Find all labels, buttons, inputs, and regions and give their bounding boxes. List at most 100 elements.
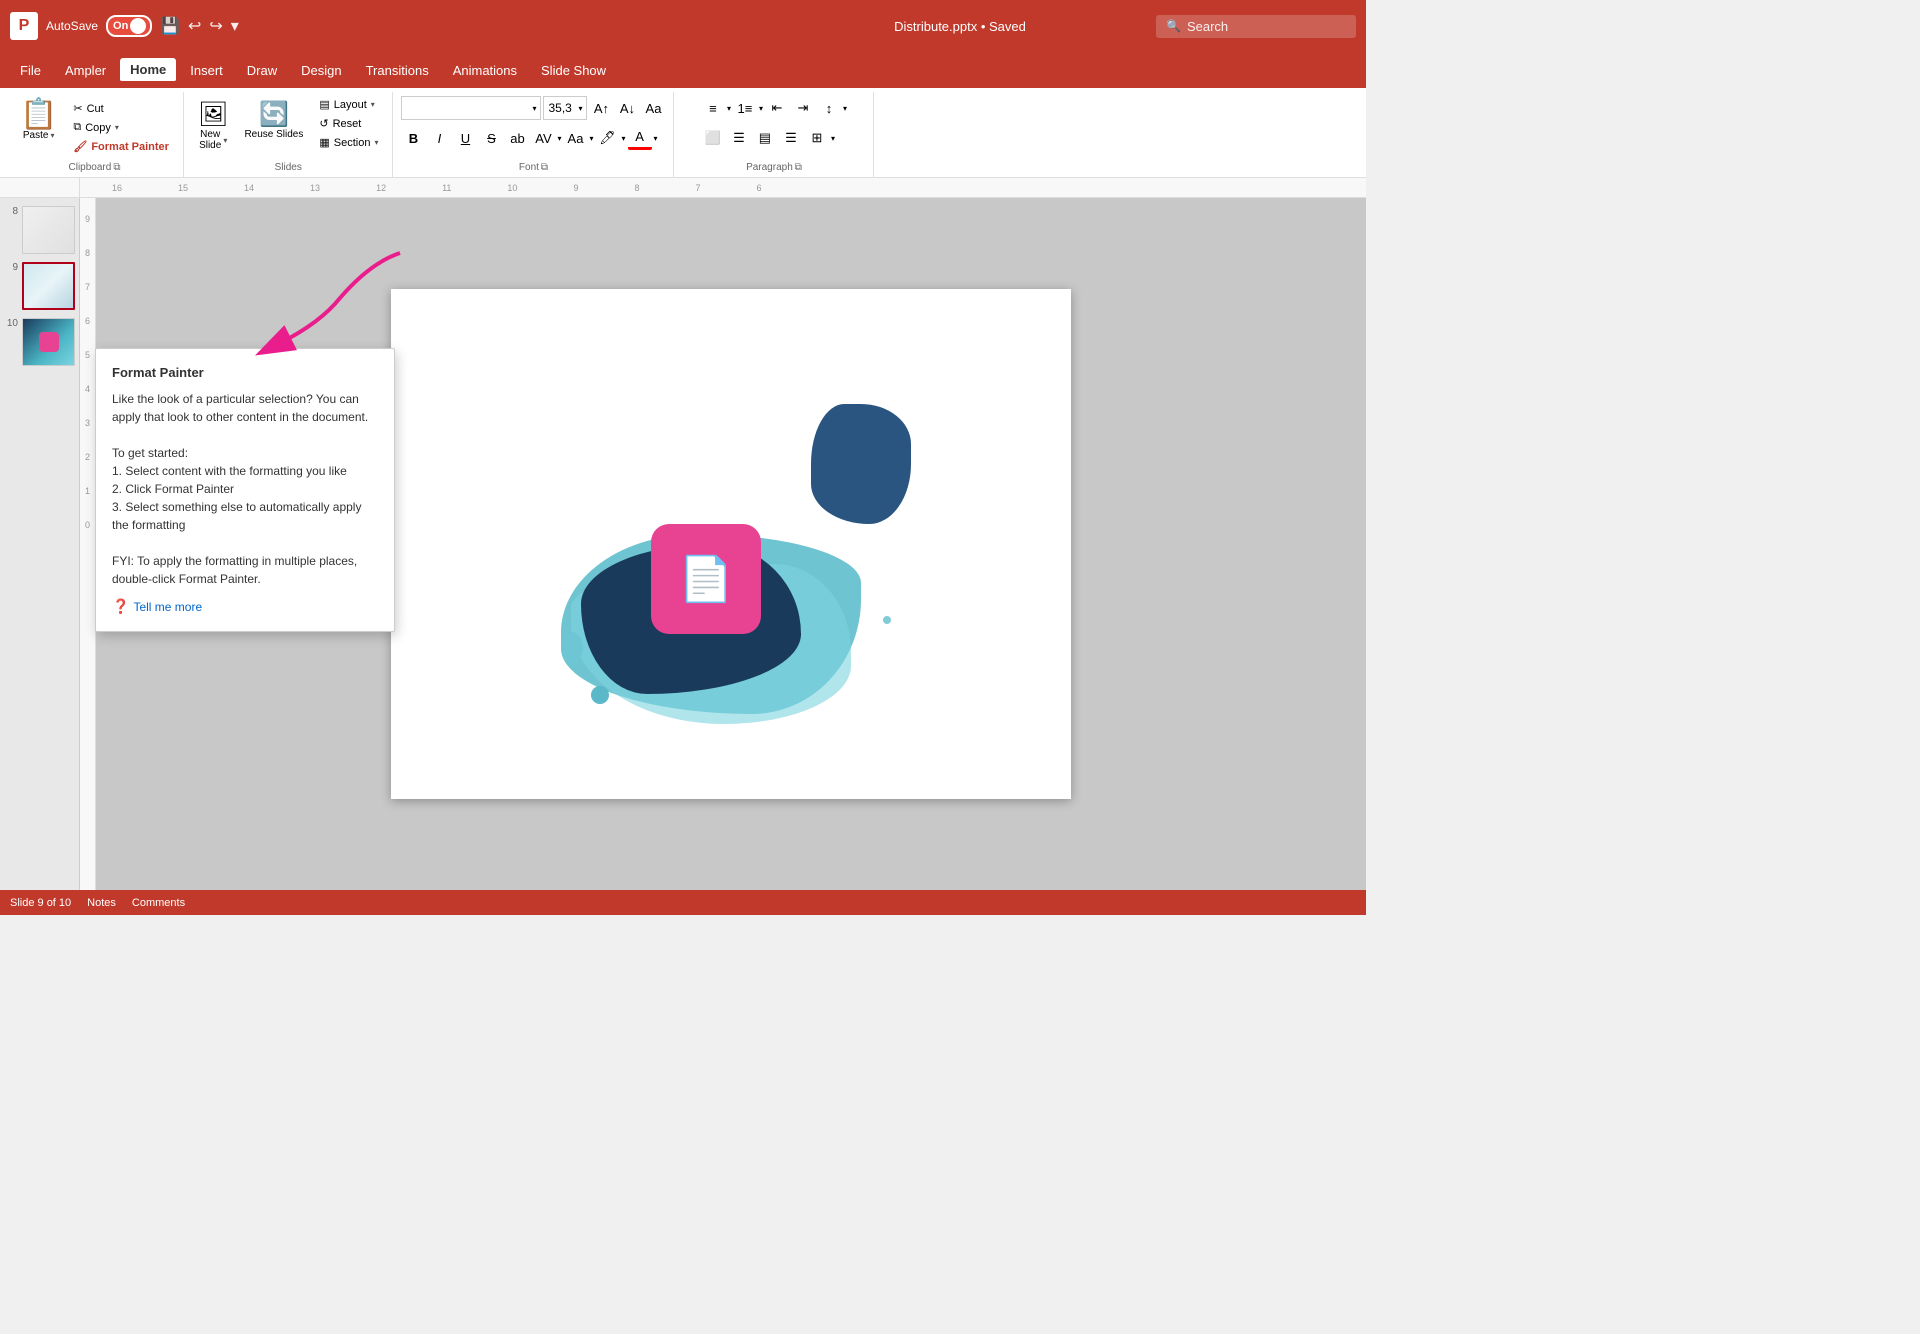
menu-insert[interactable]: Insert [180,59,233,82]
undo-icon[interactable]: ↩ [188,16,201,36]
powerpoint-icon: P [10,12,38,40]
menu-ampler[interactable]: Ampler [55,59,116,82]
reuse-slides-button[interactable]: 🔄 Reuse Slides [238,96,309,144]
increase-indent-btn[interactable]: ⇥ [791,96,815,120]
align-left-btn[interactable]: ⬜ [701,126,725,150]
increase-font-btn[interactable]: A↑ [589,96,613,120]
menu-file[interactable]: File [10,59,51,82]
menu-home[interactable]: Home [120,58,176,83]
font-dialog-icon[interactable]: ⧉ [541,162,548,173]
notes-btn[interactable]: Notes [87,897,116,909]
section-label: Section [334,137,371,149]
clipboard-dialog-icon[interactable]: ⧉ [113,162,120,173]
section-icon: ▦ [319,136,329,149]
font-size-input[interactable]: 35,3 ▾ [543,96,587,120]
numbering-arrow: ▾ [759,104,763,113]
tooltip-link-text: Tell me more [133,600,202,614]
tooltip-title: Format Painter [112,365,378,380]
copy-button[interactable]: ⧉ Copy ▾ [67,119,175,136]
format-painter-tooltip: Format Painter Like the look of a partic… [95,348,395,632]
numbering-btn[interactable]: 1≡ [733,96,757,120]
underline-btn[interactable]: U [453,126,477,150]
reset-button[interactable]: ↺ Reset [313,115,384,132]
menu-slideshow[interactable]: Slide Show [531,59,616,82]
decrease-indent-btn[interactable]: ⇤ [765,96,789,120]
redo-icon[interactable]: ↪ [209,16,222,36]
search-box[interactable]: 🔍 Search [1156,15,1356,38]
align-center-btn[interactable]: ☰ [727,126,751,150]
char-spacing-arrow: ▾ [557,134,561,143]
pink-icon-box: 📄 [651,524,761,634]
autosave-toggle[interactable]: On [106,15,152,37]
cut-label: Cut [87,103,104,115]
columns-arrow: ▾ [831,134,835,143]
layout-label: Layout [334,99,367,111]
slide-10-image[interactable] [22,318,75,366]
section-button[interactable]: ▦ Section ▾ [313,134,384,151]
new-slide-label: NewSlide [199,129,221,151]
autosave-knob [130,18,146,34]
status-bar: Slide 9 of 10 Notes Comments [0,890,1366,915]
menu-draw[interactable]: Draw [237,59,287,82]
clipboard-actions: ✂ Cut ⧉ Copy ▾ 🖌 Format Painter [67,96,175,155]
menu-bar: File Ampler Home Insert Draw Design Tran… [0,52,1366,88]
cut-button[interactable]: ✂ Cut [67,100,175,117]
slide-8-num: 8 [4,206,18,217]
layout-arrow: ▾ [371,100,375,109]
format-painter-icon: 🖌 [73,140,87,153]
strikethrough2-btn[interactable]: ab [505,126,529,150]
copy-label: Copy [85,122,111,134]
save-icon[interactable]: 💾 [160,16,180,36]
clear-format-btn[interactable]: Aa [641,96,665,120]
clipboard-label: Clipboard [69,162,112,173]
slide-canvas[interactable]: 📄 [391,289,1071,799]
font-name-input[interactable]: ▾ [401,96,541,120]
justify-btn[interactable]: ☰ [779,126,803,150]
help-icon: ❓ [112,598,129,615]
paragraph-label: Paragraph [746,162,793,173]
font-color-btn[interactable]: A [628,126,652,150]
copy-icon: ⧉ [73,121,81,134]
columns-btn[interactable]: ⊞ [805,126,829,150]
slide-thumb-10[interactable]: 10 [4,318,75,366]
slide-9-image[interactable] [22,262,75,310]
align-right-btn[interactable]: ▤ [753,126,777,150]
paste-button[interactable]: 📋 Paste ▾ [14,96,63,145]
paragraph-dialog-icon[interactable]: ⧉ [795,162,802,173]
paragraph-group: ≡ ▾ 1≡ ▾ ⇤ ⇥ ↕ ▾ ⬜ ☰ ▤ ☰ ⊞ ▾ Paragraph ⧉ [674,92,874,177]
slide-thumb-9[interactable]: 9 [4,262,75,310]
menu-transitions[interactable]: Transitions [356,59,439,82]
customize-icon[interactable]: ▾ [231,16,239,36]
slide-thumb-8[interactable]: 8 [4,206,75,254]
text-highlight-btn[interactable]: 🖊 [596,126,620,150]
line-spacing-arrow: ▾ [843,104,847,113]
autosave-on-text: On [113,20,128,32]
dot2 [852,459,856,463]
slides-panel: 8 9 10 [0,198,80,890]
search-icon: 🔍 [1166,19,1181,33]
decrease-font-btn[interactable]: A↓ [615,96,639,120]
tell-me-more-link[interactable]: ❓ Tell me more [112,598,378,615]
layout-button[interactable]: ▤ Layout ▾ [313,96,384,113]
menu-animations[interactable]: Animations [443,59,527,82]
case-btn[interactable]: Aa [564,126,588,150]
line-spacing-btn[interactable]: ↕ [817,96,841,120]
paste-icon: 📋 [20,100,57,130]
menu-design[interactable]: Design [291,59,351,82]
slide-10-num: 10 [4,318,18,329]
ruler-vertical: 9 8 7 6 5 4 3 2 1 0 [80,198,96,890]
slide-8-image[interactable] [22,206,75,254]
char-spacing-btn[interactable]: AV [531,126,555,150]
strikethrough-btn[interactable]: S [479,126,503,150]
ribbon: 📋 Paste ▾ ✂ Cut ⧉ Copy ▾ 🖌 Form [0,88,1366,178]
italic-btn[interactable]: I [427,126,451,150]
comments-btn[interactable]: Comments [132,897,185,909]
bold-btn[interactable]: B [401,126,425,150]
bullets-btn[interactable]: ≡ [701,96,725,120]
new-slide-arrow: ▾ [223,136,227,145]
new-slide-button[interactable]: 🖼 NewSlide ▾ [192,96,234,155]
small-circle2 [591,686,609,704]
reset-icon: ↺ [319,117,328,130]
format-painter-button[interactable]: 🖌 Format Painter [67,138,175,155]
paste-label: Paste [23,130,49,141]
